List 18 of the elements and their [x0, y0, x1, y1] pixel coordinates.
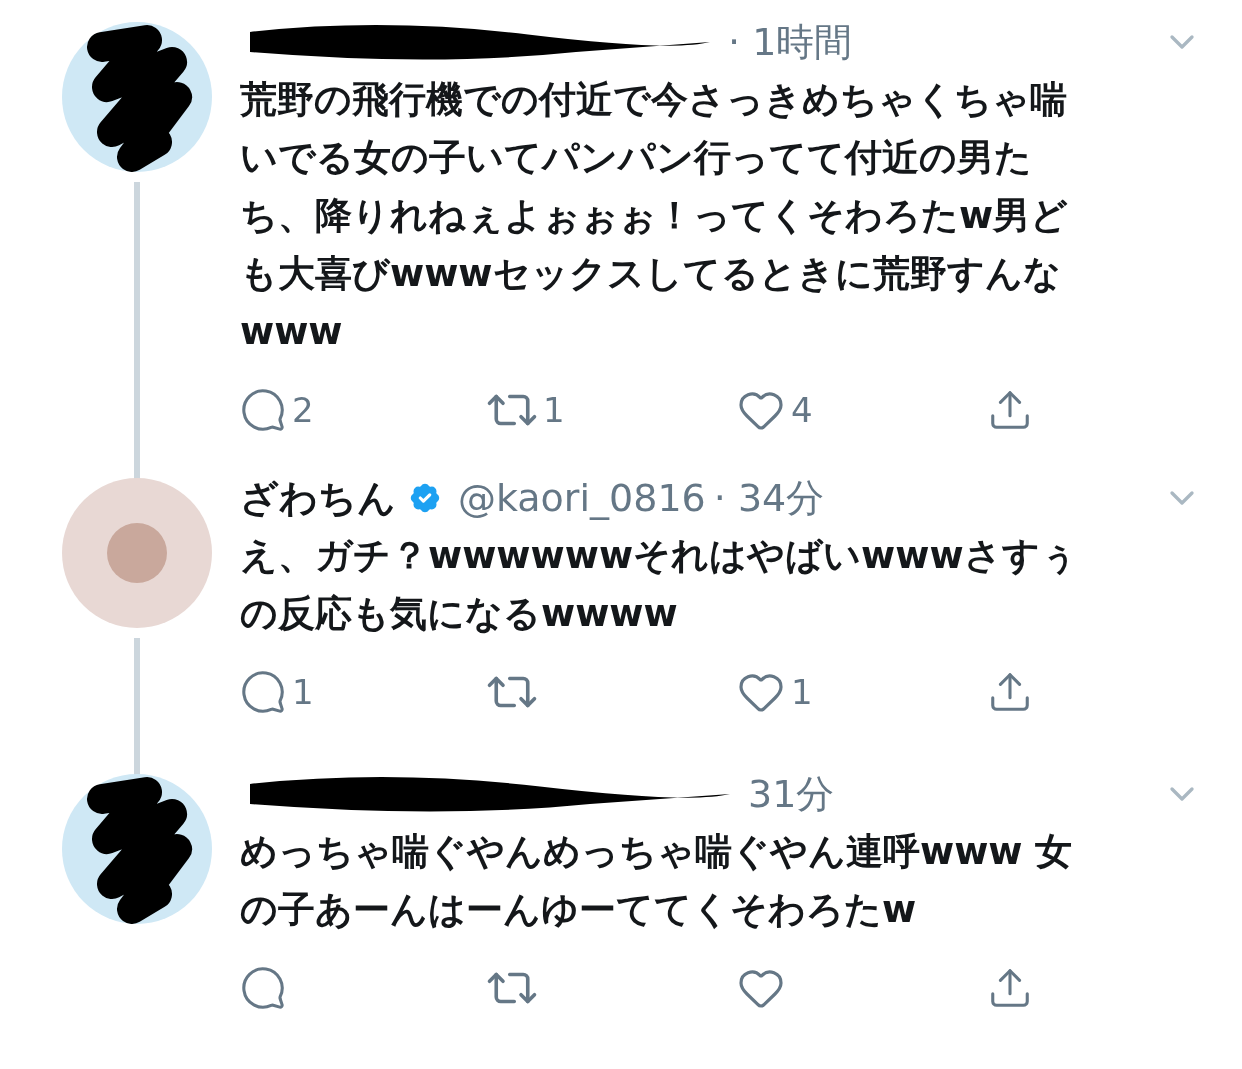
redacted-avatar[interactable]: [62, 774, 212, 924]
reply-count: 2: [292, 388, 314, 432]
redacted-avatar[interactable]: [62, 22, 212, 172]
like-count: 4: [791, 388, 813, 432]
tweet-text: え、ガチ？wwwwwwそれはやばいwwwさすぅ の反応も気になるwwww: [240, 533, 1079, 637]
tweet-time: · 1時間: [728, 22, 853, 62]
user-handle[interactable]: @kaori_0816: [458, 478, 706, 518]
reply-count: 1: [292, 670, 314, 714]
retweet-count: 1: [543, 388, 565, 432]
like-count: 1: [791, 670, 813, 714]
tweet-text: めっちゃ喘ぐやんめっちゃ喘ぐやん連呼www 女 の子あーんはーんゆーててくそわろたw: [240, 829, 1074, 933]
reply-icon[interactable]: [240, 669, 286, 715]
user-name[interactable]: ざわちん: [240, 478, 396, 518]
tweet-time: 31分: [748, 774, 835, 814]
reply-icon[interactable]: [240, 965, 286, 1011]
tweet-time: · 34分: [713, 478, 825, 518]
tweet-text: 荒野の飛行機での付近で今さっきめちゃくちゃ喘 いでる女の子いてパンパン行ってて付近の男た ち、降りれねぇよぉぉぉ！ってくそわろたw男ど も大喜びwwwセックスしてるときに荒野すんな www: [240, 77, 1070, 355]
reply-icon[interactable]: [240, 387, 286, 433]
